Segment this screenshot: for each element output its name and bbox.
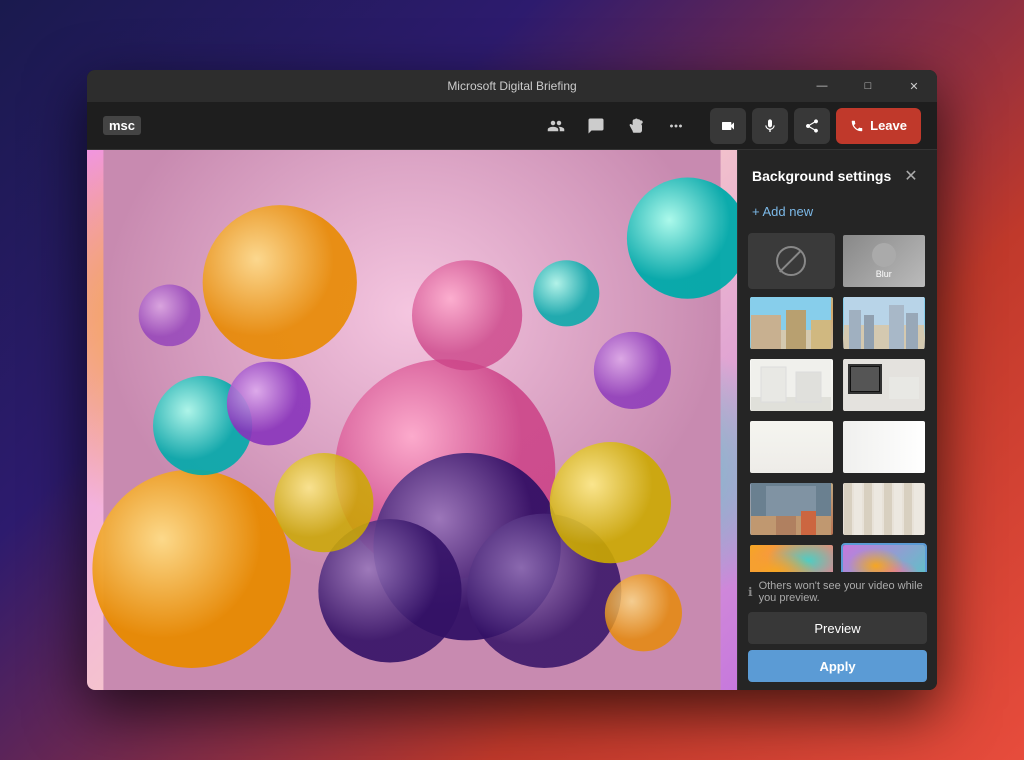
background-loft[interactable] — [748, 481, 835, 537]
title-bar: Microsoft Digital Briefing — □ ✕ — [87, 70, 937, 102]
toolbar: msc — [87, 102, 937, 150]
background-colorful2[interactable]: ✓ — [841, 543, 928, 572]
background-none[interactable] — [748, 233, 835, 289]
minimize-button[interactable]: — — [799, 70, 845, 102]
chat-icon[interactable] — [578, 108, 614, 144]
maximize-button[interactable]: □ — [845, 70, 891, 102]
panel-close-button[interactable]: ✕ — [899, 164, 923, 188]
curtain-preview — [844, 481, 924, 537]
background-settings-panel: Background settings ✕ + Add new Blur — [737, 150, 937, 690]
more-options-icon[interactable] — [658, 108, 694, 144]
background-blur[interactable]: Blur — [841, 233, 928, 289]
leave-label: Leave — [870, 118, 907, 133]
panel-title: Background settings — [752, 168, 891, 184]
info-text: Others won't see your video while you pr… — [759, 580, 927, 604]
add-new-button[interactable]: + Add new — [738, 198, 937, 229]
background-white-room1-inner — [750, 359, 833, 411]
video-button[interactable] — [710, 108, 746, 144]
background-none-inner — [750, 235, 833, 287]
blur-avatar-icon — [872, 243, 896, 267]
backgrounds-grid: Blur — [738, 229, 937, 572]
raise-hand-icon[interactable] — [618, 108, 654, 144]
background-curtain[interactable] — [841, 481, 928, 537]
share-button[interactable] — [794, 108, 830, 144]
leave-button[interactable]: Leave — [836, 108, 921, 144]
background-office1[interactable] — [748, 295, 835, 351]
no-background-icon — [776, 246, 806, 276]
background-white-room1[interactable] — [748, 357, 835, 413]
app-logo: msc — [103, 116, 141, 135]
panel-footer: ℹ Others won't see your video while you … — [738, 572, 937, 690]
city-preview — [844, 295, 924, 351]
black-frame-preview — [844, 357, 924, 413]
background-office1-inner — [750, 297, 833, 349]
people-icon[interactable] — [538, 108, 574, 144]
loft-preview — [751, 481, 831, 537]
white-room1-preview — [751, 357, 831, 413]
background-blur-inner: Blur — [843, 235, 926, 287]
office1-preview — [751, 295, 831, 351]
background-curtain-inner — [843, 483, 926, 535]
window-controls: — □ ✕ — [799, 70, 937, 102]
background-loft-inner — [750, 483, 833, 535]
info-row: ℹ Others won't see your video while you … — [748, 580, 927, 604]
background-minimal2[interactable] — [841, 419, 928, 475]
video-area — [87, 150, 737, 690]
preview-button[interactable]: Preview — [748, 612, 927, 644]
video-background — [87, 150, 737, 690]
background-black-frame-inner — [843, 359, 926, 411]
background-minimal1[interactable] — [748, 419, 835, 475]
panel-header: Background settings ✕ — [738, 150, 937, 198]
mic-button[interactable] — [752, 108, 788, 144]
video-balls-art — [87, 150, 737, 690]
background-black-frame[interactable] — [841, 357, 928, 413]
background-colorful1-inner — [750, 545, 833, 572]
window-title: Microsoft Digital Briefing — [447, 79, 576, 93]
info-icon: ℹ — [748, 585, 753, 599]
add-new-label: + Add new — [752, 204, 813, 219]
toolbar-icons — [538, 108, 694, 144]
call-controls: Leave — [710, 108, 921, 144]
background-city[interactable] — [841, 295, 928, 351]
main-area: Background settings ✕ + Add new Blur — [87, 150, 937, 690]
close-button[interactable]: ✕ — [891, 70, 937, 102]
apply-button[interactable]: Apply — [748, 650, 927, 682]
background-minimal1-inner — [750, 421, 833, 473]
background-minimal2-inner — [843, 421, 926, 473]
background-colorful1[interactable] — [748, 543, 835, 572]
blur-label: Blur — [876, 269, 892, 279]
main-window: Microsoft Digital Briefing — □ ✕ msc — [87, 70, 937, 690]
background-city-inner — [843, 297, 926, 349]
background-colorful2-inner — [843, 545, 926, 572]
